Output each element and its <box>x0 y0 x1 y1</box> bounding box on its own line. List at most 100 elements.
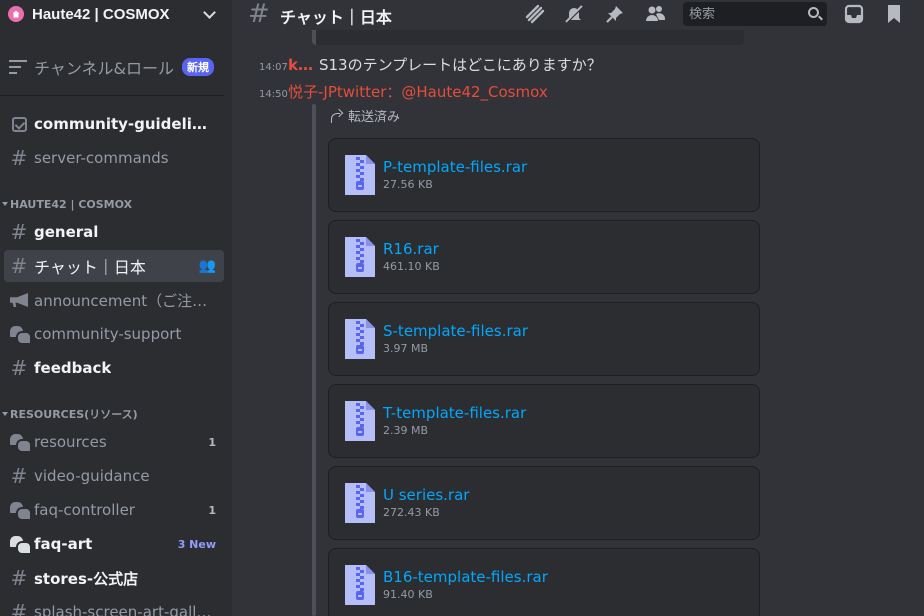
attachment-filesize: 91.40 KB <box>383 588 433 601</box>
sidebar-item-chat-japan[interactable]: # チャット｜日本 👥 <box>4 250 224 282</box>
hash-icon: # <box>10 600 28 616</box>
forum-icon <box>9 324 32 345</box>
mute-bell-icon[interactable] <box>563 3 585 25</box>
forum-icon <box>9 500 32 521</box>
attachment-filename[interactable]: B16-template-files.rar <box>383 568 548 586</box>
megaphone-icon <box>9 290 29 310</box>
message-text: S13のテンプレートはどこにありますか？ <box>318 56 602 74</box>
search-bar[interactable] <box>683 2 827 26</box>
category-haute42[interactable]: HAUTE42 | COSMOX <box>0 196 132 212</box>
attachment-filesize: 3.97 MB <box>383 342 429 355</box>
new-badge: 新規 <box>182 58 214 76</box>
sidebar-item-community-guidelines[interactable]: community-guidelines <box>4 108 224 140</box>
browse-channels-roles[interactable]: チャンネル&ロール 新規 <box>0 50 232 84</box>
forum-icon <box>9 534 32 555</box>
bookmark-icon[interactable] <box>883 3 905 25</box>
hash-icon: # <box>10 146 28 170</box>
channel-label: resources <box>34 433 107 451</box>
attachment-card[interactable]: P-template-files.rar 27.56 KB <box>328 138 760 212</box>
hash-icon: # <box>248 0 270 29</box>
archive-file-icon <box>345 319 375 359</box>
attachment-filename[interactable]: U series.rar <box>383 486 469 504</box>
member-list-icon[interactable] <box>644 3 666 25</box>
attachment-card[interactable]: T-template-files.rar 2.39 MB <box>328 384 760 458</box>
message-author[interactable]: 悦子-JPtwitter：@Haute42_Cosmox <box>288 81 548 102</box>
sidebar-item-faq-controller[interactable]: faq-controller 1 <box>4 494 224 526</box>
channel-label: feedback <box>34 359 112 377</box>
home-icon <box>8 6 24 22</box>
hash-icon: # <box>10 566 28 590</box>
new-count: 3 New <box>177 537 216 551</box>
forum-icon <box>9 432 32 453</box>
channel-header: # チャット｜日本 <box>232 0 924 28</box>
server-header[interactable]: Haute42 | COSMOX <box>0 0 232 28</box>
attachment-filesize: 2.39 MB <box>383 424 429 437</box>
hash-icon: # <box>10 220 28 244</box>
category-label: HAUTE42 | COSMOX <box>10 197 133 211</box>
archive-file-icon <box>345 401 375 441</box>
archive-file-icon <box>345 483 375 523</box>
unread-count: 1 <box>208 503 216 517</box>
hash-icon: # <box>10 464 28 488</box>
message-2: 14:50 悦子-JPtwitter：@Haute42_Cosmox <box>259 81 548 102</box>
channel-label: general <box>34 223 99 241</box>
category-resources[interactable]: RESOURCES(リソース) <box>0 406 138 422</box>
sidebar-item-video-guidance[interactable]: # video-guidance <box>4 460 224 492</box>
channel-label: server-commands <box>34 149 169 167</box>
attachment-filename[interactable]: R16.rar <box>383 240 439 258</box>
attachment-filename[interactable]: S-template-files.rar <box>383 322 528 340</box>
sidebar-item-general[interactable]: # general <box>4 216 224 248</box>
chevron-down-icon <box>2 202 8 206</box>
forwarded-text: 転送済み <box>348 110 401 125</box>
attachment-card[interactable]: U series.rar 272.43 KB <box>328 466 760 540</box>
forwarded-label: 転送済み <box>330 106 400 125</box>
unread-count: 1 <box>208 435 216 449</box>
category-label: RESOURCES(リソース) <box>10 408 138 421</box>
threads-icon[interactable] <box>524 3 546 25</box>
chevron-down-icon[interactable] <box>203 6 216 19</box>
channel-label: チャット｜日本 <box>34 258 146 277</box>
sidebar-divider <box>0 95 224 96</box>
hash-icon: # <box>10 356 28 380</box>
sidebar-item-stores[interactable]: # stores-公式店 <box>4 562 224 594</box>
channel-label: video-guidance <box>34 467 150 485</box>
channel-label: announcement（ご注意… <box>34 291 214 310</box>
browse-icon <box>9 59 27 75</box>
archive-file-icon <box>345 237 375 277</box>
sidebar-item-feedback[interactable]: # feedback <box>4 352 224 384</box>
inbox-icon[interactable] <box>843 3 865 25</box>
message-author[interactable]: k… <box>288 56 313 74</box>
attachment-filename[interactable]: P-template-files.rar <box>383 158 527 176</box>
message-timestamp: 14:50 <box>259 89 288 100</box>
attachment-card[interactable]: B16-template-files.rar 91.40 KB <box>328 548 760 616</box>
message-timestamp: 14:07 <box>259 62 288 73</box>
channel-label: stores-公式店 <box>34 569 139 588</box>
channel-label: splash-screen-art-gallery <box>34 603 214 616</box>
attachment-card[interactable]: R16.rar 461.10 KB <box>328 220 760 294</box>
server-name: Haute42 | COSMOX <box>32 5 170 23</box>
channel-title: チャット｜日本 <box>280 8 392 27</box>
attachment-filename[interactable]: T-template-files.rar <box>383 404 526 422</box>
sidebar-item-server-commands[interactable]: # server-commands <box>4 142 224 174</box>
browse-label: チャンネル&ロール <box>34 59 174 78</box>
sidebar-item-resources[interactable]: resources 1 <box>4 426 224 458</box>
sidebar-item-community-support[interactable]: community-support <box>4 318 224 350</box>
forward-arrow-icon <box>330 110 342 123</box>
hash-icon: # <box>10 254 28 278</box>
archive-file-icon <box>345 565 375 605</box>
search-icon <box>808 7 819 18</box>
sidebar-item-announcement[interactable]: announcement（ご注意… <box>4 284 224 316</box>
attachment-filesize: 27.56 KB <box>383 178 433 191</box>
rules-icon <box>9 114 29 134</box>
sidebar-item-splash-screen-art-gallery[interactable]: # splash-screen-art-gallery <box>4 596 224 616</box>
search-input[interactable] <box>689 6 799 22</box>
add-member-icon[interactable]: 👥 <box>199 258 216 274</box>
previous-embed <box>312 30 744 45</box>
channel-label: community-support <box>34 325 182 343</box>
pin-icon[interactable] <box>604 3 626 25</box>
sidebar-item-faq-art[interactable]: faq-art 3 New <box>4 528 224 560</box>
attachment-card[interactable]: S-template-files.rar 3.97 MB <box>328 302 760 376</box>
attachment-filesize: 272.43 KB <box>383 506 440 519</box>
channel-label: faq-art <box>34 535 93 553</box>
chevron-down-icon <box>2 412 8 416</box>
